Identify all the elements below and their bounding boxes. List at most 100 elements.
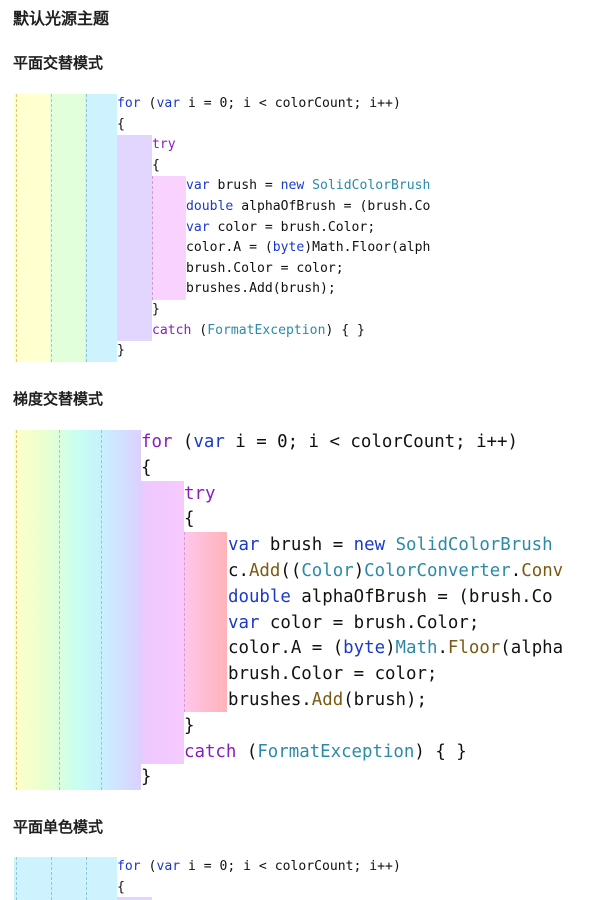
code-token: } [117, 343, 125, 359]
code-line: try [184, 482, 566, 508]
code-token: ColorConverter [364, 561, 511, 581]
code-token: Conv [521, 561, 564, 581]
code-token: double [228, 586, 291, 607]
code-line: { [117, 878, 456, 899]
code-line: for (var i = 0; i < colorCount; i++) [117, 94, 456, 115]
code-line: for (var i = 0; i < colorCount; i++) [117, 857, 456, 878]
code-token: ( [140, 859, 157, 874]
section-heading-flat-alternating: 平面交替模式 [13, 54, 104, 72]
code-token: var [228, 535, 260, 556]
code-line: } [141, 765, 566, 791]
code-token: { [117, 879, 125, 895]
code-lines: for (var i = 0; i < colorCount; i++){try… [0, 430, 566, 790]
code-token: i = 0; i < colorCount; i++) [180, 859, 401, 874]
code-token: } [152, 302, 160, 317]
code-token: . [437, 638, 448, 659]
code-token: Color [301, 561, 354, 581]
code-token: var [193, 432, 225, 452]
code-token: color.A = ( [228, 638, 344, 659]
code-token: var [156, 96, 181, 111]
code-token: ) [385, 638, 396, 659]
code-token: (alpha [500, 638, 564, 659]
code-token: double [186, 199, 234, 214]
code-token: ( [236, 741, 258, 762]
code-token: ) { } [414, 741, 467, 762]
code-token: ( [191, 322, 208, 338]
code-line: { [184, 507, 566, 533]
code-block-flat-alternating: for (var i = 0; i < colorCount; i++){try… [0, 94, 470, 362]
code-token: } [184, 715, 195, 736]
code-token: for [141, 432, 173, 452]
code-token: SolidColorBrush [395, 535, 553, 556]
code-lines: for (var i = 0; i < colorCount; i++){try… [0, 94, 456, 362]
code-line: brush.Color = color; [228, 662, 566, 688]
code-line: { [152, 156, 456, 177]
code-token: Floor [447, 638, 501, 659]
code-token: color = brush.Color; [209, 219, 376, 235]
code-line: try [152, 135, 456, 156]
code-token: brush.Color = color; [228, 664, 438, 685]
code-token: Math [395, 638, 438, 659]
code-token: . [510, 561, 522, 581]
page-title: 默认光源主题 [13, 9, 110, 28]
code-token: color = brush.Color; [259, 612, 480, 633]
code-line: var brush = new SolidColorBrush [186, 176, 456, 197]
code-line: } [152, 300, 456, 321]
code-token: brushes.Add(brush); [186, 281, 336, 297]
code-token: c. [228, 561, 249, 581]
code-token: catch [184, 741, 237, 762]
code-token: FormatException [257, 741, 415, 762]
code-token: try [184, 483, 216, 504]
code-token: brush.Color = color; [186, 260, 344, 276]
code-token: ) [353, 561, 365, 581]
code-token: byte [343, 638, 386, 659]
code-line: var brush = new SolidColorBrush [228, 533, 566, 559]
code-line: { [141, 456, 566, 482]
code-token: brush = [259, 535, 354, 556]
code-line: } [117, 341, 456, 362]
code-token: brushes. [228, 690, 312, 710]
code-line: brush.Color = color; [186, 259, 456, 280]
section-heading-flat-single-color: 平面单色模式 [13, 818, 104, 836]
code-token: SolidColorBrush [312, 178, 431, 194]
code-token: (brush); [343, 690, 427, 710]
section-heading-gradient-alternating: 梯度交替模式 [13, 390, 104, 408]
code-line: brushes.Add(brush); [228, 688, 566, 714]
code-token: alphaOfBrush = (brush.Co [290, 586, 553, 607]
code-token: try [152, 137, 176, 153]
code-token: ( [172, 432, 194, 452]
code-token: new [353, 535, 386, 556]
code-token: new [280, 178, 305, 194]
code-token: } [141, 767, 152, 788]
code-block-flat-single-color: for (var i = 0; i < colorCount; i++){ [0, 857, 470, 900]
code-line: color.A = (byte)Math.Floor(alph [186, 238, 456, 259]
code-token: ( [140, 96, 157, 111]
code-token: { [152, 157, 160, 173]
code-token: i = 0; i < colorCount; i++) [180, 96, 401, 111]
code-line: color.A = (byte)Math.Floor(alpha [228, 636, 566, 662]
code-token: FormatException [207, 322, 326, 338]
code-token: ) { } [325, 322, 365, 338]
code-line: double alphaOfBrush = (brush.Co [228, 585, 566, 611]
code-token: var [186, 178, 210, 194]
code-line: var color = brush.Color; [228, 611, 566, 637]
code-token: { [184, 509, 195, 530]
code-token: i = 0; i < colorCount; i++) [224, 432, 518, 452]
code-token: byte [272, 240, 305, 256]
code-token: Add [248, 561, 281, 581]
code-token: Add [311, 690, 344, 710]
code-token: brush = [209, 178, 281, 194]
code-line: } [184, 714, 566, 740]
code-token: for [117, 859, 141, 874]
code-line: { [117, 115, 456, 136]
code-token: color.A = ( [186, 240, 273, 256]
code-line: catch (FormatException) { } [152, 321, 456, 342]
code-line: for (var i = 0; i < colorCount; i++) [141, 430, 566, 456]
code-token: catch [152, 322, 192, 338]
code-line: c.Add((Color)ColorConverter.Conv [228, 559, 566, 585]
code-token: { [117, 116, 125, 132]
code-token: var [228, 612, 260, 633]
code-line: double alphaOfBrush = (brush.Co [186, 197, 456, 218]
